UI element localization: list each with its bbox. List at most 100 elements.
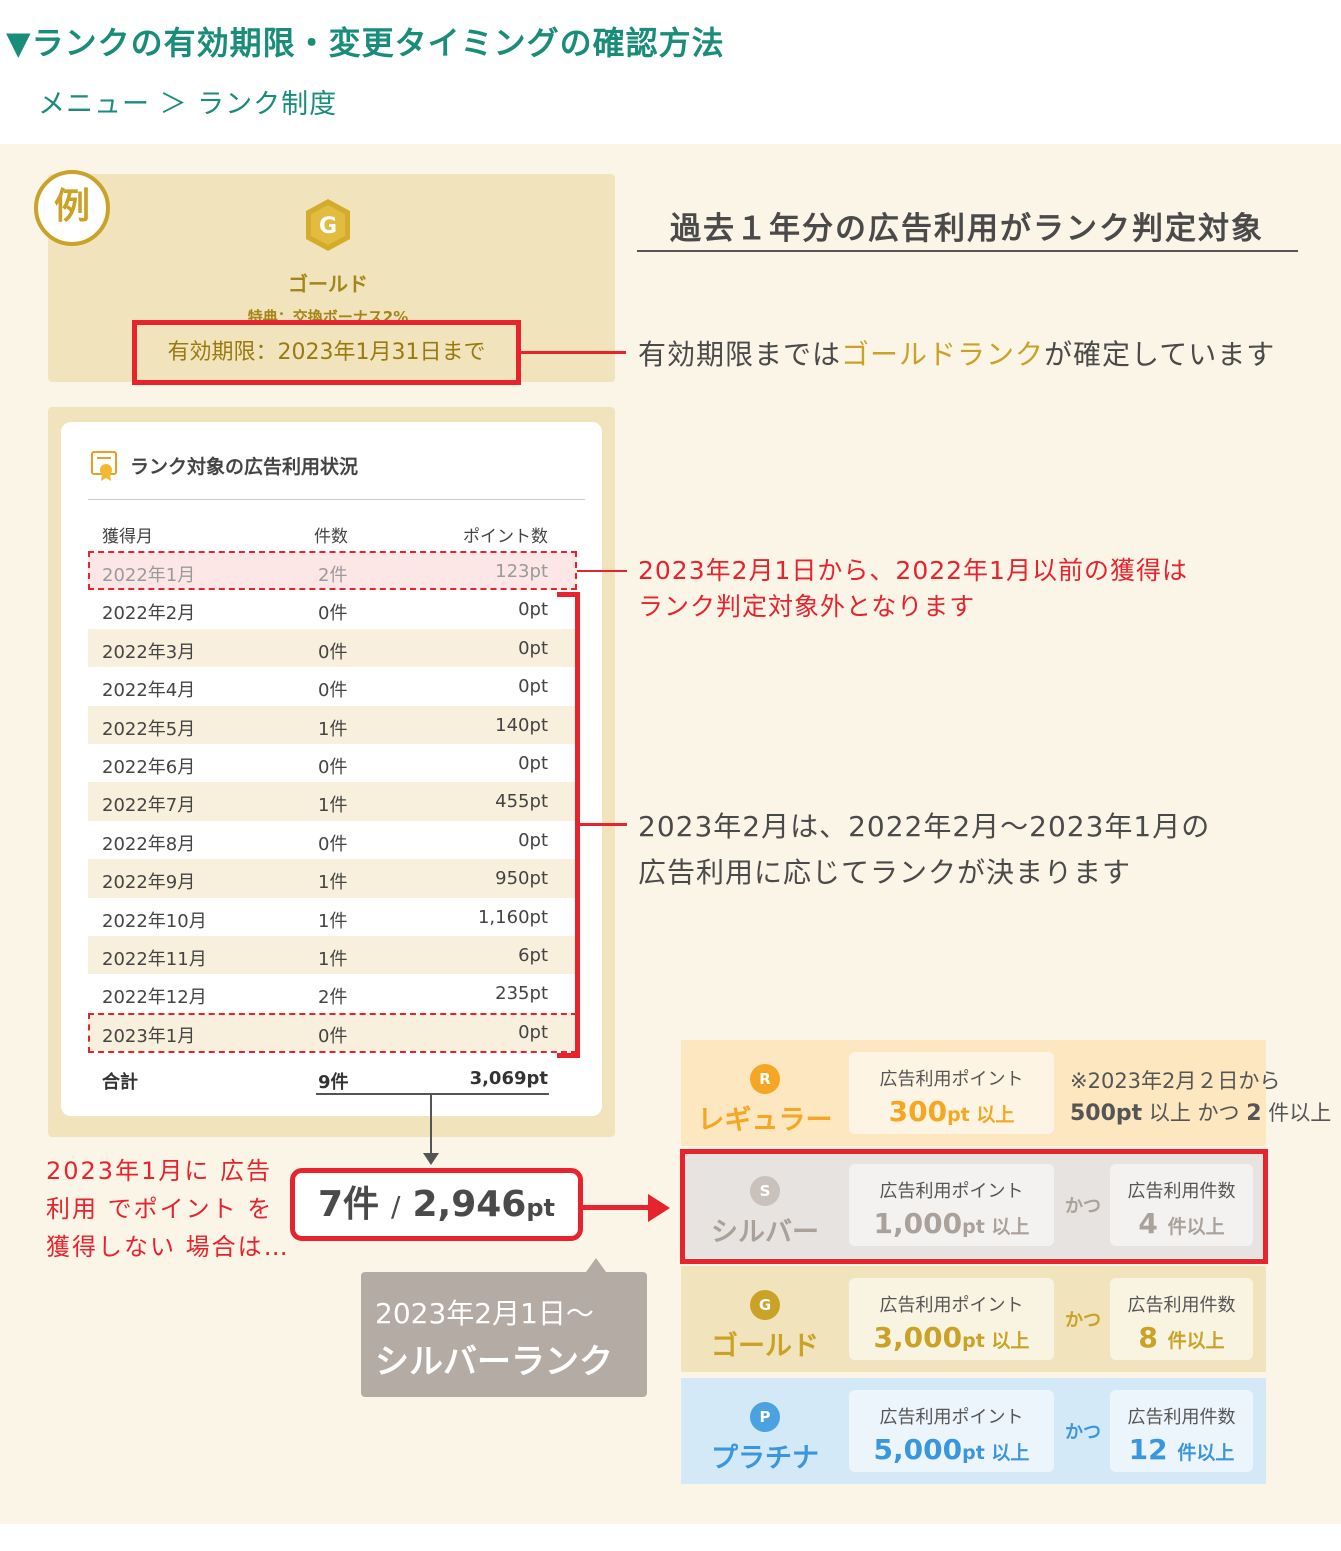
cell-count: 2件	[318, 987, 348, 1009]
total-points: 3,069pt	[469, 1068, 548, 1089]
cell-month: 2022年3月	[102, 641, 196, 663]
cell-points: 6pt	[518, 945, 548, 966]
tier-name: プラチナ	[711, 1443, 819, 1474]
result-slash: /	[391, 1190, 401, 1223]
page-heading: ▼ランクの有効期限・変更タイミングの確認方法	[6, 24, 725, 62]
table-row: 2022年8月 0件 0pt	[88, 821, 577, 859]
cell-month: 2022年2月	[102, 603, 196, 625]
scenario-line-3: 獲得しない 場合は…	[46, 1233, 290, 1261]
cell-points: 0pt	[518, 599, 548, 621]
annotation-excluded: 2023年2月1日から、2022年1月以前の獲得は ランク判定対象外となります	[638, 553, 1188, 625]
excluded-line-2: ランク判定対象外となります	[638, 592, 976, 621]
result-count: 7件	[317, 1184, 380, 1225]
breadcrumb: メニュー ＞ ランク制度	[38, 89, 338, 120]
tier-name: レギュラー	[697, 1105, 833, 1136]
count-label: 広告利用件数	[1127, 1295, 1236, 1316]
cell-month: 2022年10月	[102, 910, 207, 932]
last-month-highlight	[88, 1013, 577, 1053]
period-line-2: 広告利用に応じてランクが決まります	[638, 856, 1132, 889]
rank-name: ゴールド	[288, 272, 368, 296]
points-value: 5,000pt 以上	[873, 1433, 1030, 1466]
points-requirement: 広告利用ポイント 3,000pt 以上	[849, 1278, 1054, 1360]
result-summary: 7件 / 2,946pt	[290, 1168, 583, 1241]
note-line-1: ※2023年2月２日から	[1070, 1069, 1281, 1093]
period-line-1: 2023年2月は、2022年2月〜2023年1月の	[638, 810, 1211, 843]
excluded-row-highlight	[88, 551, 577, 590]
count-value: 12 件以上	[1128, 1433, 1235, 1466]
count-requirement: 広告利用件数 8 件以上	[1110, 1278, 1253, 1360]
table-row: 2022年4月 0件 0pt	[88, 667, 577, 705]
annotation-period: 2023年2月は、2022年2月〜2023年1月の 広告利用に応じてランクが決ま…	[638, 804, 1210, 896]
arrow-right-icon	[583, 1205, 655, 1210]
expiry-highlight: ゴールドランク	[841, 338, 1045, 371]
count-value: 8 件以上	[1138, 1321, 1225, 1354]
certificate-icon	[91, 451, 117, 481]
and-label: かつ	[1065, 1422, 1101, 1443]
excluded-line-1: 2023年2月1日から、2022年1月以前の獲得は	[638, 556, 1188, 585]
table-row: 2022年7月 1件 455pt	[88, 782, 577, 821]
arrow-down-icon	[430, 1095, 432, 1155]
total-underline	[316, 1093, 549, 1095]
cell-points: 0pt	[518, 753, 548, 774]
table-row: 2022年9月 1件 950pt	[88, 859, 577, 898]
table-row: 2022年11月 1件 6pt	[88, 936, 577, 975]
cell-count: 1件	[318, 910, 348, 932]
expiry-suffix: が確定しています	[1044, 338, 1276, 371]
table-row: 2022年10月 1件 1,160pt	[88, 898, 577, 936]
cell-count: 0件	[318, 641, 348, 663]
cell-count: 1件	[318, 718, 348, 740]
tier-gold: G ゴールド 広告利用ポイント 3,000pt 以上 かつ 広告利用件数 8 件…	[681, 1266, 1266, 1372]
points-requirement: 広告利用ポイント 5,000pt 以上	[849, 1390, 1054, 1472]
points-label: 広告利用ポイント	[879, 1407, 1024, 1428]
cell-points: 455pt	[495, 791, 548, 813]
cell-month: 2022年12月	[102, 987, 207, 1009]
table-row: 2022年5月 1件 140pt	[88, 705, 577, 744]
arrow-head	[648, 1194, 670, 1222]
connector-line	[521, 351, 626, 354]
cell-month: 2022年9月	[102, 872, 196, 894]
regular-badge-icon: R	[750, 1064, 780, 1094]
table-row: 2022年3月 0件 0pt	[88, 628, 577, 668]
cell-count: 0件	[318, 603, 348, 625]
connector-line	[577, 570, 627, 572]
count-requirement: 広告利用件数 12 件以上	[1110, 1390, 1253, 1472]
cell-count: 0件	[318, 833, 348, 855]
platinum-badge-icon: P	[750, 1402, 780, 1432]
cell-month: 2022年6月	[102, 757, 196, 778]
tier-name: ゴールド	[711, 1331, 819, 1362]
table-title: ランク対象の広告利用状況	[130, 456, 359, 478]
note-line-2: 500pt 以上 かつ 2 件以上	[1070, 1101, 1332, 1126]
cell-count: 0件	[318, 680, 348, 702]
cell-month: 2022年4月	[102, 680, 196, 702]
cell-count: 1件	[318, 872, 348, 894]
points-value: 300pt 以上	[888, 1095, 1015, 1128]
period-bracket	[557, 592, 580, 1058]
cell-points: 950pt	[495, 868, 548, 890]
cell-points: 1,160pt	[477, 906, 548, 928]
connector-line	[580, 823, 627, 826]
medal-letter: G	[319, 214, 337, 239]
cell-month: 2022年5月	[102, 718, 196, 740]
scenario-line-2: 利用 でポイント を	[46, 1195, 274, 1223]
table-divider	[88, 499, 585, 500]
cell-count: 0件	[318, 757, 348, 778]
points-label: 広告利用ポイント	[879, 1295, 1024, 1316]
title-underline	[637, 250, 1298, 252]
new-rank-name: シルバーランク	[375, 1342, 613, 1382]
points-requirement: 広告利用ポイント 300pt 以上	[849, 1052, 1054, 1134]
example-badge: 例	[34, 170, 110, 246]
gold-badge-icon: G	[750, 1290, 780, 1320]
total-label: 合計	[102, 1072, 138, 1093]
cell-points: 140pt	[495, 714, 548, 736]
and-label: かつ	[1065, 1310, 1101, 1331]
result-unit: pt	[526, 1194, 556, 1222]
gold-medal-icon: G	[306, 199, 350, 251]
table-row: 2022年12月 2件 235pt	[88, 974, 577, 1012]
expiry-date: 有効期限：2023年1月31日まで	[132, 320, 521, 385]
arrow-head	[423, 1153, 439, 1165]
cell-points: 0pt	[518, 637, 548, 659]
annotation-expiry: 有効期限まではゴールドランクが確定しています	[638, 333, 1275, 373]
result-points: 2,946	[412, 1184, 527, 1225]
points-label: 広告利用ポイント	[879, 1069, 1024, 1090]
annotation-title: 過去１年分の広告利用がランク判定対象	[670, 211, 1264, 247]
